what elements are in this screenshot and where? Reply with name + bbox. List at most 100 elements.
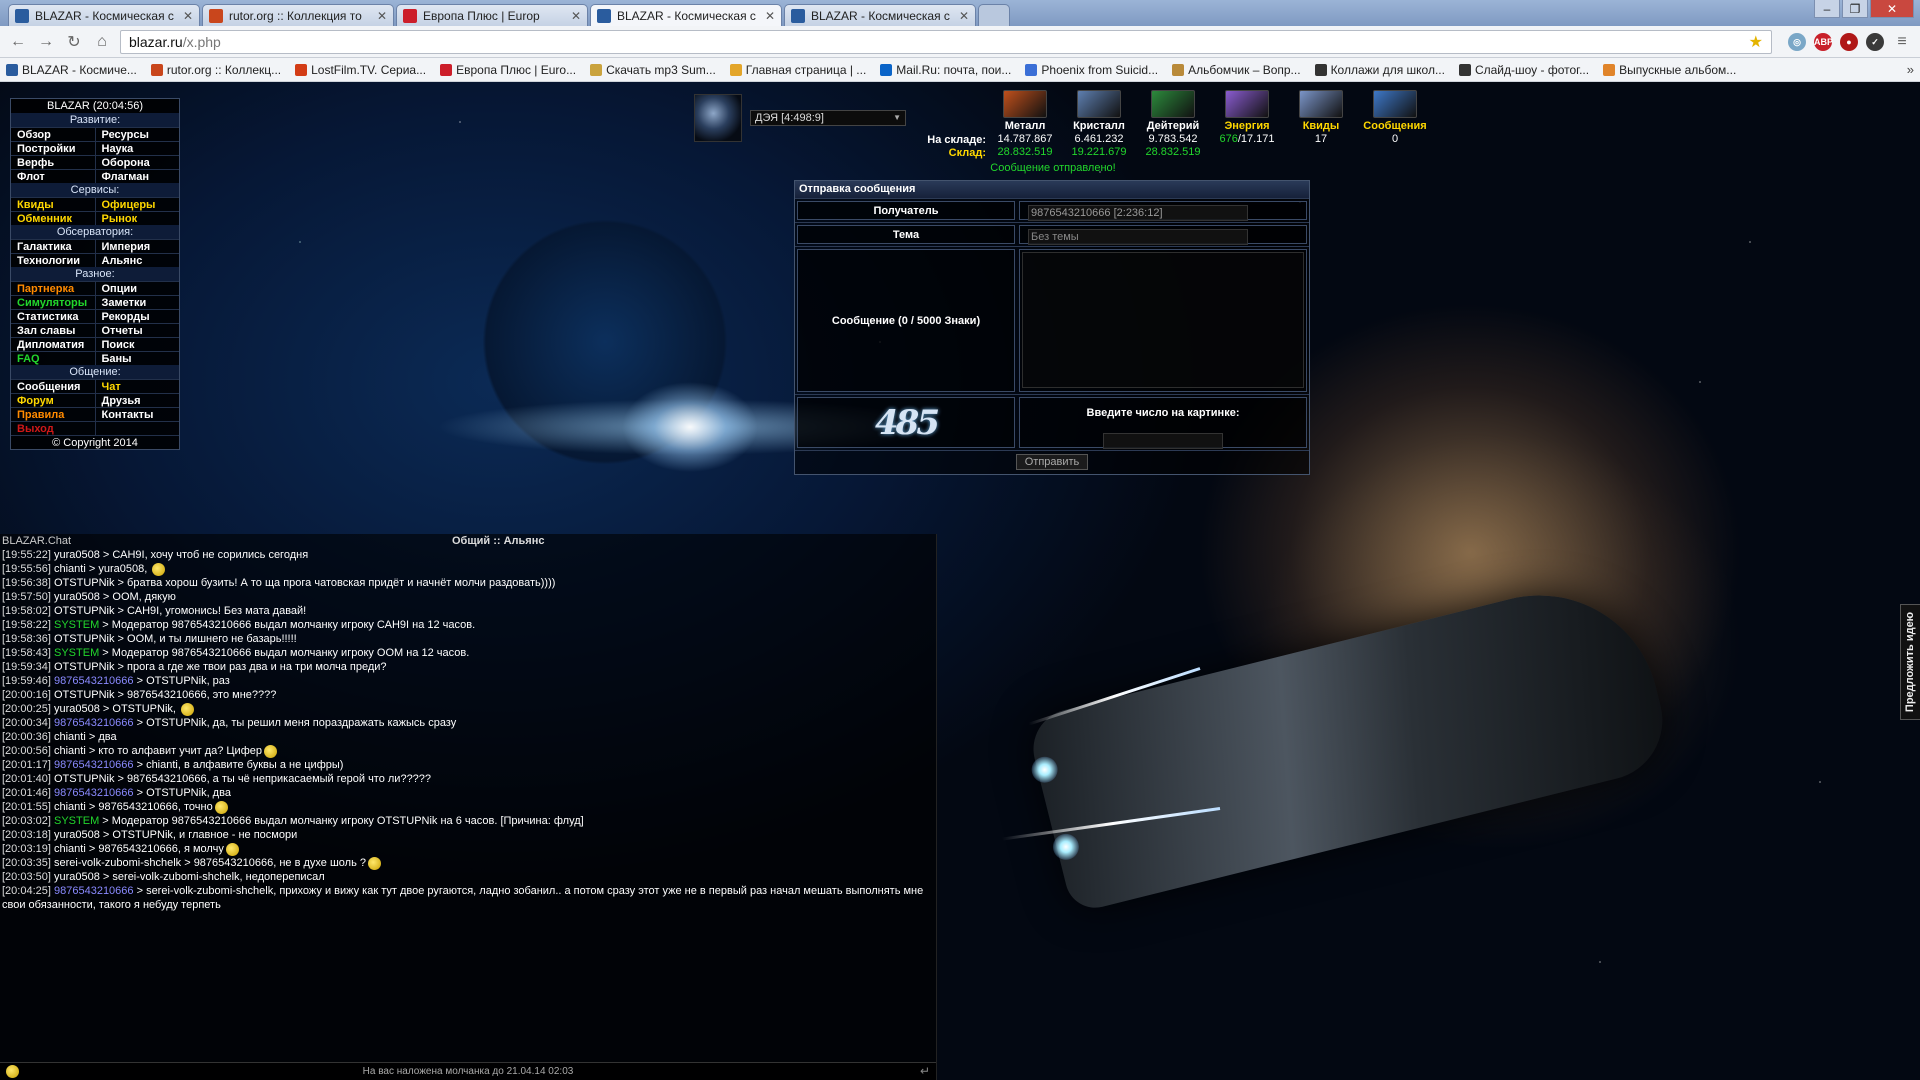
resource-icon[interactable] — [1299, 90, 1343, 118]
close-tab-icon[interactable]: ✕ — [959, 9, 969, 23]
menu-item[interactable]: Квиды — [11, 198, 95, 211]
bookmark-item[interactable]: Европа Плюс | Euro... — [440, 63, 576, 77]
menu-item[interactable]: Рынок — [94, 212, 180, 225]
browser-tab[interactable]: BLAZAR - Космическая с ✕ — [8, 4, 200, 26]
chat-nick[interactable]: chianti — [54, 801, 86, 813]
extension-badge-icon[interactable]: ● — [1840, 32, 1858, 51]
chat-nick[interactable]: chianti — [54, 843, 86, 855]
menu-item[interactable]: Офицеры — [94, 198, 180, 211]
bookmark-item[interactable]: Mail.Ru: почта, пои... — [880, 63, 1011, 77]
resource-icon[interactable] — [1373, 90, 1417, 118]
address-bar[interactable]: blazar.ru/x.php ★ — [120, 29, 1772, 54]
chat-nick[interactable]: serei-volk-zubomi-shchelk — [54, 857, 181, 869]
chat-nick[interactable]: OTSTUPNik — [54, 577, 115, 589]
bookmark-item[interactable]: BLAZAR - Космиче... — [6, 63, 137, 77]
minimize-icon[interactable]: – — [1814, 0, 1840, 18]
chat-nick[interactable]: SYSTEM — [54, 619, 99, 631]
menu-item[interactable]: Зал славы — [11, 324, 95, 337]
menu-item[interactable]: Партнерка — [11, 282, 95, 295]
chat-nick[interactable]: OTSTUPNik — [54, 605, 115, 617]
chat-nick[interactable]: 9876543210666 — [54, 759, 134, 771]
menu-item[interactable]: Друзья — [94, 394, 180, 407]
menu-item[interactable]: Дипломатия — [11, 338, 95, 351]
menu-icon[interactable]: ≡ — [1892, 33, 1912, 51]
new-tab-button[interactable] — [978, 4, 1010, 26]
menu-item[interactable]: Ресурсы — [94, 128, 180, 141]
chat-nick[interactable]: chianti — [54, 745, 86, 757]
menu-item[interactable]: Опции — [94, 282, 180, 295]
chat-nick[interactable]: OTSTUPNik — [54, 633, 115, 645]
browser-tab[interactable]: BLAZAR - Космическая с ✕ — [590, 4, 782, 26]
chat-nick[interactable]: yura0508 — [54, 703, 100, 715]
message-textarea[interactable] — [1022, 252, 1304, 388]
bookmark-item[interactable]: Главная страница | ... — [729, 63, 866, 77]
resource-icon[interactable] — [1225, 90, 1269, 118]
chat-nick[interactable]: 9876543210666 — [54, 885, 134, 897]
menu-item[interactable]: Верфь — [11, 156, 95, 169]
menu-item[interactable]: Флагман — [94, 170, 180, 183]
chat-nick[interactable]: chianti — [54, 563, 86, 575]
menu-item[interactable]: Симуляторы — [11, 296, 95, 309]
browser-tab[interactable]: Европа Плюс | Europ ✕ — [396, 4, 588, 26]
smiley-icon[interactable] — [6, 1065, 19, 1078]
resource-icon[interactable] — [1003, 90, 1047, 118]
bookmark-star-icon[interactable]: ★ — [1749, 32, 1763, 52]
menu-item[interactable]: Статистика — [11, 310, 95, 323]
chat-nick[interactable]: 9876543210666 — [54, 717, 134, 729]
menu-item[interactable]: Чат — [94, 380, 180, 393]
reload-icon[interactable]: ↻ — [64, 32, 84, 52]
recipient-input[interactable]: 9876543210666 [2:236:12] — [1028, 205, 1248, 221]
menu-item[interactable]: Поиск — [94, 338, 180, 351]
chat-nick[interactable]: chianti — [54, 731, 86, 743]
enter-icon[interactable]: ↵ — [920, 1063, 930, 1080]
bookmark-item[interactable]: rutor.org :: Коллекц... — [150, 63, 281, 77]
chat-nick[interactable]: OTSTUPNik — [54, 661, 115, 673]
extension-icon[interactable]: ◎ — [1788, 32, 1806, 51]
bookmark-item[interactable]: Коллажи для школ... — [1314, 63, 1445, 77]
bookmarks-more[interactable]: » — [1907, 62, 1914, 77]
home-icon[interactable]: ⌂ — [92, 33, 112, 51]
menu-item[interactable]: Заметки — [94, 296, 180, 309]
menu-item[interactable]: Выход — [11, 422, 95, 435]
captcha-input[interactable] — [1103, 433, 1223, 449]
chat-nick[interactable]: 9876543210666 — [54, 675, 134, 687]
close-tab-icon[interactable]: ✕ — [765, 9, 775, 23]
chat-nick[interactable]: yura0508 — [54, 829, 100, 841]
bookmark-item[interactable]: Скачать mp3 Sum... — [590, 63, 716, 77]
resource-icon[interactable] — [1077, 90, 1121, 118]
chat-input-bar[interactable]: На вас наложена молчанка до 21.04.14 02:… — [0, 1062, 936, 1080]
menu-item[interactable]: Обзор — [11, 128, 95, 141]
maximize-icon[interactable]: ❐ — [1842, 0, 1868, 18]
browser-tab[interactable]: BLAZAR - Космическая с ✕ — [784, 4, 976, 26]
extension-icon-2[interactable]: ✓ — [1866, 32, 1884, 51]
menu-item[interactable]: Рекорды — [94, 310, 180, 323]
menu-item[interactable]: Флот — [11, 170, 95, 183]
adblock-icon[interactable]: ABP — [1814, 32, 1833, 51]
close-tab-icon[interactable]: ✕ — [571, 9, 581, 23]
chat-nick[interactable]: OTSTUPNik — [54, 689, 115, 701]
menu-item[interactable]: Отчеты — [94, 324, 180, 337]
back-icon[interactable]: ← — [8, 33, 28, 51]
chat-nick[interactable]: SYSTEM — [54, 815, 99, 827]
menu-item[interactable]: Галактика — [11, 240, 95, 253]
planet-select[interactable]: ДЭЯ [4:498:9] ▼ — [750, 110, 906, 126]
menu-item[interactable]: Империя — [94, 240, 180, 253]
menu-item[interactable]: Обменник — [11, 212, 95, 225]
menu-item[interactable]: Контакты — [94, 408, 180, 421]
subject-input[interactable]: Без темы — [1028, 229, 1248, 245]
menu-item[interactable]: FAQ — [11, 352, 95, 365]
chat-nick[interactable]: yura0508 — [54, 549, 100, 561]
menu-item[interactable]: Наука — [94, 142, 180, 155]
menu-item[interactable]: Постройки — [11, 142, 95, 155]
browser-tab[interactable]: rutor.org :: Коллекция то ✕ — [202, 4, 394, 26]
forward-icon[interactable]: → — [36, 33, 56, 51]
chat-nick[interactable]: 9876543210666 — [54, 787, 134, 799]
bookmark-item[interactable]: Выпускные альбом... — [1603, 63, 1736, 77]
chat-nick[interactable]: SYSTEM — [54, 647, 99, 659]
bookmark-item[interactable]: Phoenix from Suicid... — [1025, 63, 1158, 77]
bookmark-item[interactable]: LostFilm.TV. Сериа... — [295, 63, 426, 77]
close-tab-icon[interactable]: ✕ — [183, 9, 193, 23]
menu-item[interactable]: Баны — [94, 352, 180, 365]
send-button[interactable]: Отправить — [1016, 454, 1088, 470]
chat-nick[interactable]: yura0508 — [54, 591, 100, 603]
